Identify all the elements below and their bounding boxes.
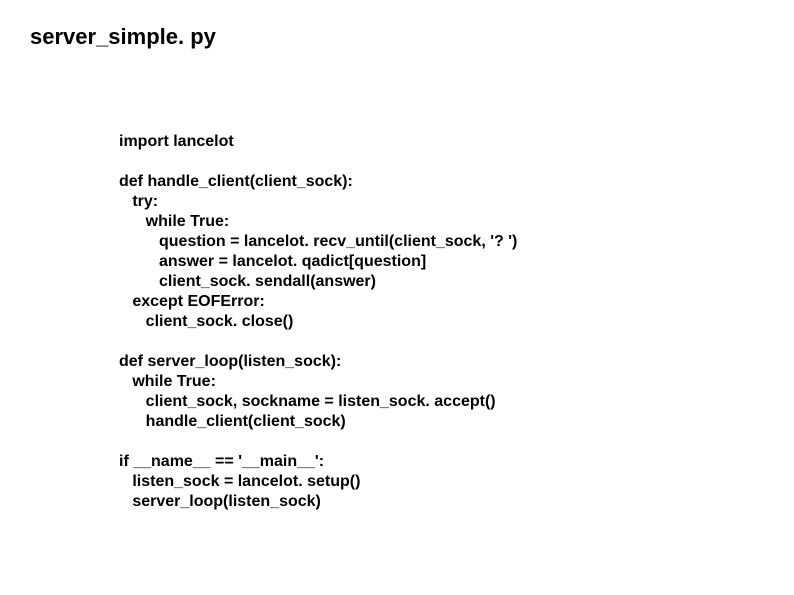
- code-block: import lancelot def handle_client(client…: [119, 132, 517, 512]
- page-title: server_simple. py: [30, 24, 216, 50]
- slide-page: server_simple. py import lancelot def ha…: [0, 0, 794, 595]
